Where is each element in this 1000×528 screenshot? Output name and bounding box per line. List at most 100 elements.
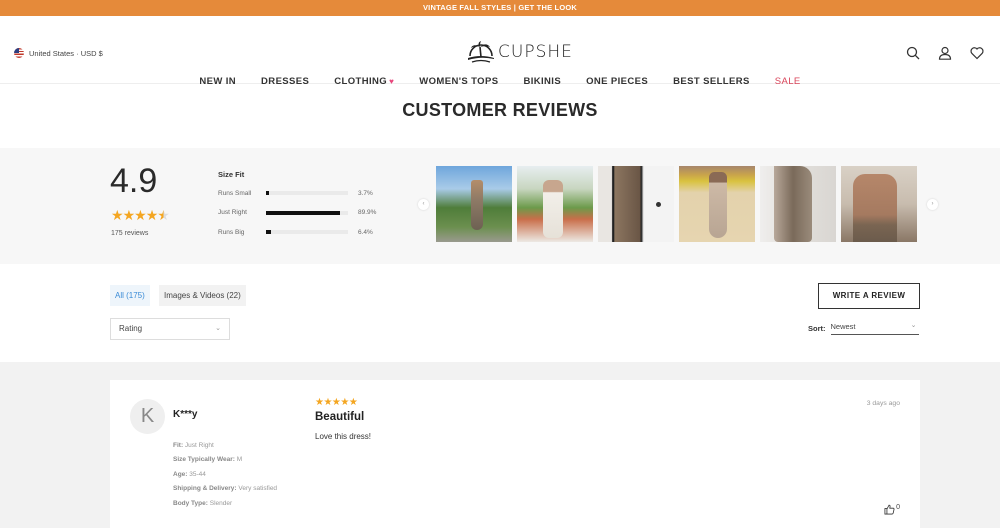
palm-tree-logo-icon bbox=[468, 41, 494, 63]
fit-bar bbox=[266, 230, 348, 234]
nav-label: NEW IN bbox=[199, 76, 237, 87]
customer-photo[interactable] bbox=[436, 166, 512, 242]
logo-text: CUPSHE bbox=[498, 42, 573, 62]
nav-item-one-pieces[interactable]: ONE PIECES bbox=[586, 76, 648, 87]
star-icon: ★ bbox=[111, 207, 124, 223]
reviewer-attributes: Fit: Just Right Size Typically Wear: M A… bbox=[173, 442, 277, 514]
fit-percent: 3.7% bbox=[358, 189, 373, 197]
average-stars: ★★★★★ bbox=[111, 207, 170, 224]
tab-all[interactable]: All (175) bbox=[110, 285, 150, 306]
nav-label: CLOTHING bbox=[334, 76, 388, 87]
attr-value: Slender bbox=[209, 499, 233, 507]
attr-fit: Fit: Just Right bbox=[173, 442, 277, 456]
thumbs-up-icon bbox=[884, 504, 895, 515]
helpful-button[interactable]: 0 bbox=[884, 504, 900, 515]
gallery-prev-button[interactable]: ‹ bbox=[418, 199, 429, 210]
review-stars: ★★★★★ bbox=[315, 397, 358, 408]
main-nav: NEW IN DRESSES CLOTHING ♥ WOMEN'S TOPS BI… bbox=[0, 76, 1000, 87]
sort-control: Sort: Newest ⌄ bbox=[808, 322, 919, 335]
half-star-icon: ★ bbox=[157, 207, 170, 223]
attr-label: Age: bbox=[173, 470, 188, 478]
locale-label: United States · USD $ bbox=[29, 48, 103, 58]
customer-photo[interactable] bbox=[517, 166, 593, 242]
review-body: Love this dress! bbox=[315, 432, 372, 441]
customer-photo[interactable] bbox=[760, 166, 836, 242]
review-summary: 4.9 ★★★★★ 175 reviews Size Fit Runs Smal… bbox=[0, 148, 1000, 264]
reviews-count: 175 reviews bbox=[111, 230, 149, 237]
nav-item-dresses[interactable]: DRESSES bbox=[261, 76, 309, 87]
nav-item-bikinis[interactable]: BIKINIS bbox=[523, 76, 561, 87]
review-date: 3 days ago bbox=[866, 400, 900, 407]
fit-bar-fill bbox=[266, 230, 272, 234]
search-icon[interactable] bbox=[906, 46, 920, 60]
customer-photo[interactable] bbox=[598, 166, 674, 242]
reviewer-name: K***y bbox=[173, 409, 198, 420]
fit-label: Just Right bbox=[218, 209, 247, 216]
star-icon: ★ bbox=[145, 207, 159, 223]
chevron-down-icon: ⌄ bbox=[215, 325, 221, 332]
sort-select[interactable]: Newest ⌄ bbox=[830, 322, 919, 335]
review-filters: All (175) Images & Videos (22) Rating ⌄ … bbox=[0, 264, 1000, 362]
fit-bar-fill bbox=[266, 210, 340, 215]
attr-label: Fit: bbox=[173, 442, 184, 449]
customer-photo[interactable] bbox=[841, 166, 917, 242]
star-icon: ★ bbox=[134, 207, 147, 223]
fit-row-just-right: Just Right 89.9% bbox=[218, 208, 376, 218]
fit-bar bbox=[266, 191, 348, 195]
attr-value: Just Right bbox=[184, 442, 214, 449]
tab-images-videos[interactable]: Images & Videos (22) bbox=[159, 285, 246, 306]
nav-label: BIKINIS bbox=[523, 76, 562, 87]
us-flag-icon bbox=[14, 48, 24, 58]
wishlist-heart-icon[interactable] bbox=[970, 46, 984, 60]
fit-bar-fill bbox=[266, 191, 270, 195]
average-rating: 4.9 bbox=[110, 162, 158, 200]
attr-age: Age: 35-44 bbox=[173, 471, 277, 485]
nav-item-sale[interactable]: SALE bbox=[775, 76, 801, 87]
attr-body-type: Body Type: Slender bbox=[173, 500, 277, 514]
attr-label: Size Typically Wear: bbox=[173, 456, 235, 464]
fit-row-runs-small: Runs Small 3.7% bbox=[218, 188, 376, 198]
gallery-next-button[interactable]: › bbox=[927, 199, 938, 210]
review-card: K K***y Fit: Just Right Size Typically W… bbox=[110, 380, 920, 528]
promo-banner[interactable]: VINTAGE FALL STYLES | GET THE LOOK bbox=[0, 0, 1000, 16]
nav-item-best-sellers[interactable]: BEST SELLERS bbox=[673, 76, 750, 87]
fit-bar bbox=[266, 210, 348, 215]
avatar: K bbox=[130, 399, 165, 434]
nav-item-new-in[interactable]: NEW IN bbox=[199, 76, 236, 87]
nav-label: WOMEN'S TOPS bbox=[419, 76, 499, 87]
fit-percent: 89.9% bbox=[358, 209, 377, 216]
attr-value: 35-44 bbox=[189, 470, 206, 478]
fit-label: Runs Big bbox=[218, 228, 245, 236]
heart-badge-icon: ♥ bbox=[389, 77, 395, 86]
attr-value: Very satisfied bbox=[238, 485, 278, 493]
fit-percent: 6.4% bbox=[358, 228, 373, 236]
nav-label: BEST SELLERS bbox=[673, 76, 750, 87]
nav-item-womens-tops[interactable]: WOMEN'S TOPS bbox=[419, 76, 498, 87]
reviews-list: K K***y Fit: Just Right Size Typically W… bbox=[0, 362, 1000, 528]
nav-label: ONE PIECES bbox=[586, 76, 649, 87]
rating-select-value: Rating bbox=[119, 324, 143, 333]
fit-row-runs-big: Runs Big 6.4% bbox=[218, 227, 376, 237]
helpful-count: 0 bbox=[896, 504, 900, 511]
size-fit: Size Fit Runs Small 3.7% Just Right 89.9… bbox=[218, 170, 376, 247]
customer-photo[interactable] bbox=[679, 166, 755, 242]
account-icon[interactable] bbox=[938, 46, 952, 60]
chevron-down-icon: ⌄ bbox=[910, 322, 917, 329]
star-icon: ★ bbox=[122, 207, 136, 223]
photo-gallery bbox=[436, 166, 917, 242]
rating-filter-select[interactable]: Rating ⌄ bbox=[110, 318, 230, 340]
locale-selector[interactable]: United States · USD $ bbox=[14, 48, 103, 58]
write-review-button[interactable]: WRITE A REVIEW bbox=[818, 283, 920, 309]
review-title: Beautiful bbox=[315, 411, 365, 423]
fit-label: Runs Small bbox=[218, 189, 252, 197]
nav-label: DRESSES bbox=[261, 76, 310, 87]
nav-label: SALE bbox=[774, 76, 801, 87]
attr-label: Body Type: bbox=[173, 499, 208, 507]
attr-shipping: Shipping & Delivery: Very satisfied bbox=[173, 485, 277, 499]
attr-label: Shipping & Delivery: bbox=[173, 485, 237, 493]
size-fit-title: Size Fit bbox=[218, 170, 245, 179]
logo[interactable]: CUPSHE bbox=[466, 39, 573, 65]
page-title: CUSTOMER REVIEWS bbox=[402, 100, 598, 120]
nav-item-clothing[interactable]: CLOTHING ♥ bbox=[334, 76, 394, 87]
attr-value: M bbox=[236, 456, 243, 464]
